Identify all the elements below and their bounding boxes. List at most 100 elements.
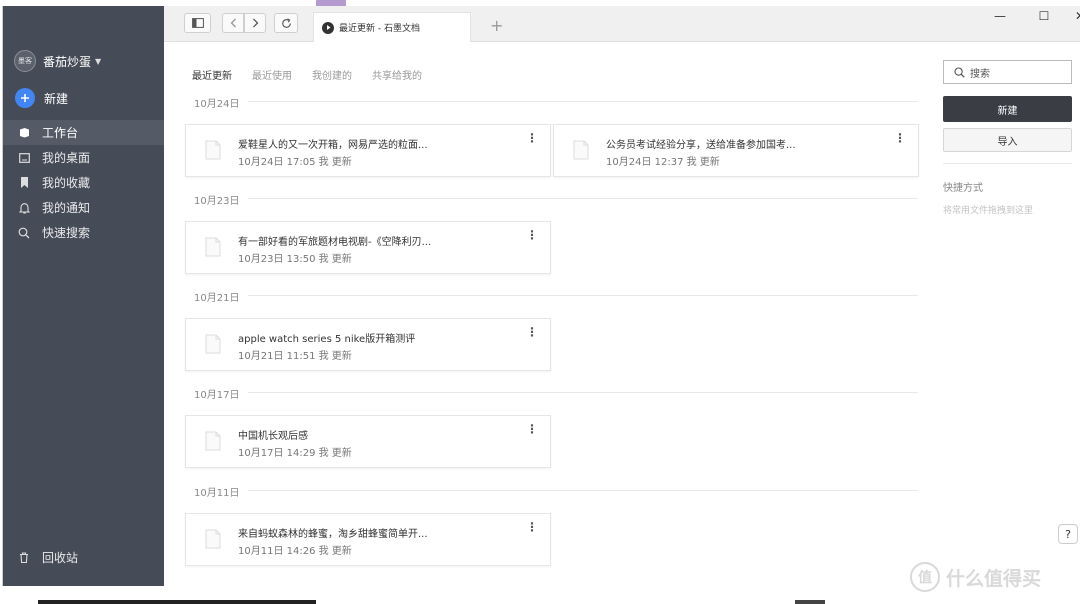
more-options-icon[interactable]: ⋮ [526,423,538,435]
bell-icon [18,202,30,214]
document-icon [205,529,221,553]
help-button[interactable]: ? [1058,524,1078,544]
file-title: 来自蚂蚁森林的蜂蜜，淘乡甜蜂蜜简单开... [238,529,428,540]
document-icon [205,334,221,358]
tab-recent-updates[interactable]: 最近更新 - 石墨文档 [313,12,471,42]
trash-label: 回收站 [42,551,79,565]
divider [248,198,918,199]
more-options-icon[interactable]: ⋮ [526,132,538,144]
import-button[interactable]: 导入 [943,128,1072,152]
shortcuts-heading: 快捷方式 [943,183,983,194]
watermark-text: 什么值得买 [946,567,1042,590]
plus-icon [15,88,35,108]
more-options-icon[interactable]: ⋮ [526,229,538,241]
date-group-label: 10月23日 [194,196,240,207]
sidebar-item-label: 我的通知 [42,201,91,215]
sidebar-new-button[interactable]: 新建 [15,88,68,108]
sidebar-item-desktop[interactable]: 我的桌面 [3,145,164,170]
search-input[interactable]: 搜索 [943,60,1072,84]
divider [248,490,918,491]
username-label: 番茄炒蛋 [43,54,92,69]
search-placeholder: 搜索 [970,68,990,80]
sidebar-nav: 工作台 我的桌面 我的收藏 我的通知 快速搜索 [3,120,164,245]
tab-shared-with-me[interactable]: 共享给我的 [372,67,422,82]
file-card[interactable]: 公务员考试经验分享，送给准备参加国考... 10月24日 12:37 我 更新 … [553,124,919,177]
file-meta: 10月23日 13:50 我 更新 [238,254,352,265]
tab-title: 最近更新 - 石墨文档 [339,24,420,34]
file-meta: 10月21日 11:51 我 更新 [238,351,352,362]
sidebar-item-label: 快速搜索 [42,226,91,240]
file-title: 中国机长观后感 [238,431,308,442]
chevron-right-icon [252,18,258,28]
new-label: 新建 [44,91,69,106]
avatar: 墨客 [14,50,36,72]
sidebar-item-workbench[interactable]: 工作台 [3,120,164,145]
search-icon [954,66,965,78]
workbench-icon [18,127,30,139]
date-group-label: 10月21日 [194,293,240,304]
tab-recently-updated[interactable]: 最近更新 [192,67,232,82]
taskbar-strip [38,600,316,604]
forward-button[interactable] [244,13,266,33]
chevron-left-icon [230,18,236,28]
watermark-logo: 值 什么值得买 [910,562,1041,592]
document-icon [573,140,589,164]
sidebar-item-quick-search[interactable]: 快速搜索 [3,220,164,245]
main-content: 最近更新 最近使用 我创建的 共享给我的 10月24日 爱鞋星人的又一次开箱，网… [164,42,927,586]
refresh-button[interactable] [274,13,298,33]
right-panel: 搜索 新建 导入 快捷方式 将常用文件拖拽到这里 [927,42,1080,586]
trash-icon [18,552,30,564]
divider [248,295,918,296]
maximize-button[interactable]: ☐ [1035,9,1053,23]
file-card[interactable]: 爱鞋星人的又一次开箱，网易严选的粒面... 10月24日 17:05 我 更新 … [185,124,551,177]
document-icon [205,431,221,455]
sidebar-item-notifications[interactable]: 我的通知 [3,195,164,220]
taskbar-strip [795,600,825,604]
file-card[interactable]: 有一部好看的军旅题材电视剧-《空降利刃... 10月23日 13:50 我 更新… [185,221,551,274]
more-options-icon[interactable]: ⋮ [894,132,906,144]
more-options-icon[interactable]: ⋮ [526,521,538,533]
toggle-sidebar-button[interactable] [184,13,211,33]
divider [248,392,918,393]
filter-tabs: 最近更新 最近使用 我创建的 共享给我的 [192,67,442,82]
file-title: apple watch series 5 nike版开箱测评 [238,334,416,345]
back-button[interactable] [222,13,244,33]
app-window: 墨客 番茄炒蛋 ▼ 新建 工作台 我的桌面 我的收藏 我的通知 快速搜索 回收站… [2,6,1080,586]
desktop-icon [18,152,30,164]
date-group-label: 10月11日 [194,488,240,499]
file-title: 公务员考试经验分享，送给准备参加国考... [606,140,796,151]
file-card[interactable]: apple watch series 5 nike版开箱测评 10月21日 11… [185,318,551,371]
file-meta: 10月24日 17:05 我 更新 [238,157,352,168]
tab-recently-used[interactable]: 最近使用 [252,67,292,82]
refresh-icon [281,17,291,28]
caret-down-icon: ▼ [95,56,102,66]
sidebar-item-trash[interactable]: 回收站 [18,549,78,566]
file-title: 爱鞋星人的又一次开箱，网易严选的粒面... [238,140,428,151]
sidebar-item-favorites[interactable]: 我的收藏 [3,170,164,195]
divider [248,101,918,102]
shortcuts-hint: 将常用文件拖拽到这里 [943,206,1034,216]
file-meta: 10月24日 12:37 我 更新 [606,157,720,168]
file-card[interactable]: 来自蚂蚁森林的蜂蜜，淘乡甜蜂蜜简单开... 10月11日 14:26 我 更新 … [185,513,551,566]
sidebar-item-label: 我的桌面 [42,151,91,165]
search-icon [18,227,30,239]
sidebar-toggle-icon [191,18,204,28]
sidebar: 墨客 番茄炒蛋 ▼ 新建 工作台 我的桌面 我的收藏 我的通知 快速搜索 回收站 [3,6,164,586]
sidebar-item-label: 我的收藏 [42,176,91,190]
user-profile[interactable]: 墨客 番茄炒蛋 ▼ [14,50,101,72]
file-card[interactable]: 中国机长观后感 10月17日 14:29 我 更新 ⋮ [185,415,551,468]
tab-created-by-me[interactable]: 我创建的 [312,67,352,82]
more-options-icon[interactable]: ⋮ [526,326,538,338]
browser-toolbar: 最近更新 - 石墨文档 + — ☐ ✕ [164,6,1080,42]
shimo-logo-icon [322,21,334,34]
date-group-label: 10月24日 [194,99,240,110]
add-tab-button[interactable]: + [490,16,503,35]
file-meta: 10月11日 14:26 我 更新 [238,546,352,557]
watermark-icon: 值 [910,562,940,592]
file-meta: 10月17日 14:29 我 更新 [238,448,352,459]
new-document-button[interactable]: 新建 [943,96,1072,122]
minimize-button[interactable]: — [991,9,1009,23]
close-button[interactable]: ✕ [1071,9,1080,23]
document-icon [205,140,221,164]
sidebar-item-label: 工作台 [42,126,79,140]
